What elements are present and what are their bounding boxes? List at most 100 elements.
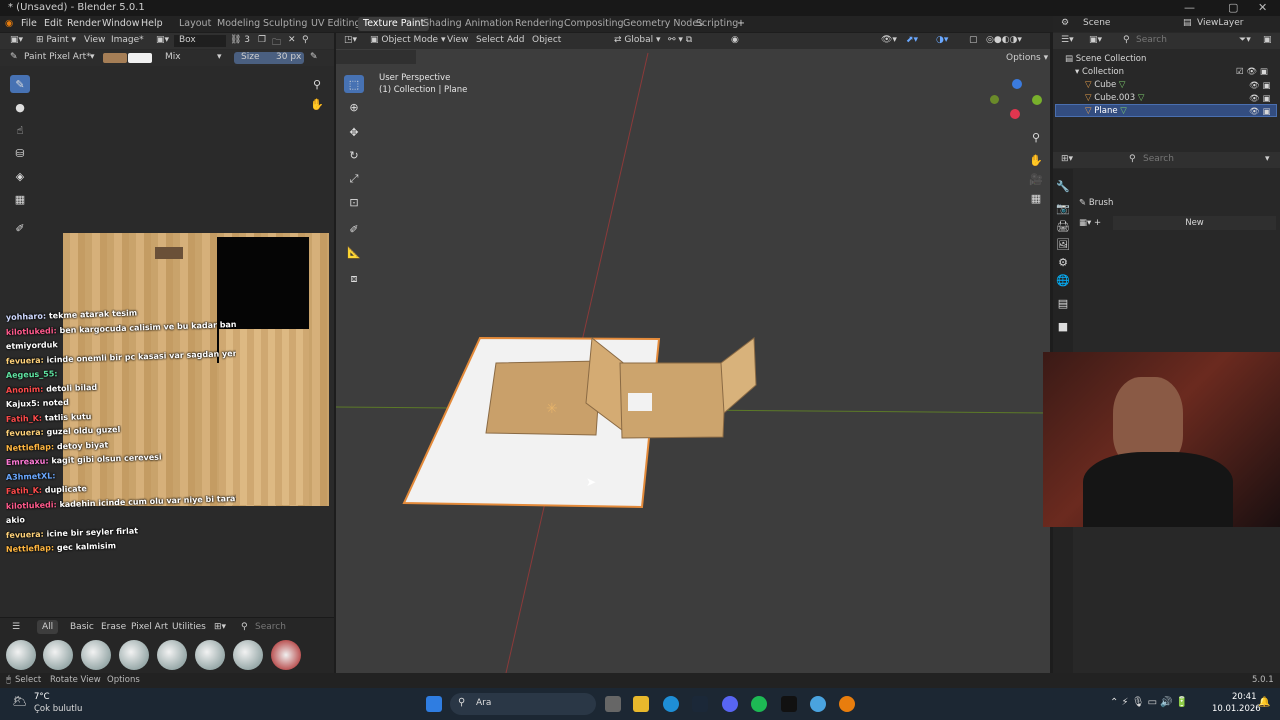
new-collection-icon[interactable]: ▣ bbox=[1263, 35, 1272, 45]
shelf-tab-erase[interactable]: Erase bbox=[101, 622, 126, 632]
new-brush-button[interactable]: New bbox=[1113, 216, 1276, 230]
menu-edit[interactable]: Edit bbox=[44, 18, 62, 29]
outliner-item-plane[interactable]: ▽ Plane ▽ bbox=[1085, 106, 1127, 116]
shelf-tab-pixel-art[interactable]: Pixel Art bbox=[131, 622, 168, 632]
blender-logo-icon[interactable]: ◉ bbox=[5, 18, 13, 29]
pan-hand-icon[interactable]: ✋ bbox=[307, 95, 327, 113]
menu-help[interactable]: Help bbox=[141, 18, 163, 29]
world-tab-icon[interactable]: 🌐 bbox=[1053, 271, 1073, 289]
draw-tool-icon[interactable]: ✎ bbox=[10, 75, 30, 93]
paint-mode-dropdown[interactable]: ⊞ Paint ▾ bbox=[36, 35, 76, 45]
annotate-tool-icon[interactable]: ✐ bbox=[10, 219, 30, 237]
brush-dropdown-chevron-icon[interactable]: ▾ bbox=[90, 52, 95, 62]
brush-type-icon[interactable]: ▦▾ + bbox=[1079, 218, 1101, 228]
clock-date[interactable]: 10.01.2026 bbox=[1212, 704, 1261, 714]
tab-scripting[interactable]: Scripting bbox=[691, 17, 743, 31]
zoom-icon[interactable]: ⚲ bbox=[307, 75, 327, 93]
shelf-menu-icon[interactable]: ☰ bbox=[12, 622, 20, 632]
editor-type-icon[interactable]: ☰▾ bbox=[1061, 35, 1074, 45]
notification-icon[interactable]: 🔔 bbox=[1258, 697, 1270, 708]
fill-tool-icon[interactable]: ◈ bbox=[10, 167, 30, 185]
edge-icon[interactable] bbox=[663, 696, 679, 712]
properties-search-input[interactable]: Search bbox=[1143, 154, 1174, 164]
pin-icon[interactable]: ⚲ bbox=[302, 35, 309, 45]
unlink-image-icon[interactable]: ✕ bbox=[288, 35, 296, 45]
secondary-color-swatch[interactable] bbox=[128, 53, 152, 63]
scene-name[interactable]: Scene bbox=[1083, 18, 1110, 28]
editor-type-icon[interactable]: ⊞▾ bbox=[1061, 154, 1073, 164]
discord-icon[interactable] bbox=[722, 696, 738, 712]
duplicate-image-icon[interactable]: ❐ bbox=[258, 35, 266, 45]
outliner-search-input[interactable]: Search bbox=[1136, 35, 1167, 45]
tab-sculpting[interactable]: Sculpting bbox=[258, 17, 312, 31]
shelf-display-icon[interactable]: ⊞▾ bbox=[214, 622, 226, 632]
system-tray-icons[interactable]: ⌃ ⚡ 🎙 ▭ 🔊 🔋 bbox=[1110, 697, 1188, 708]
shelf-tab-all[interactable]: All bbox=[37, 620, 59, 634]
add-workspace-icon[interactable]: + bbox=[737, 18, 745, 29]
brush-thumbnail[interactable] bbox=[157, 640, 187, 670]
primary-color-swatch[interactable] bbox=[103, 53, 127, 63]
steam-icon[interactable] bbox=[692, 696, 708, 712]
3d-viewport[interactable]: ◳▾ ▣ Object Mode ▾ View Select Add Objec… bbox=[336, 33, 1050, 673]
view-layer-name[interactable]: ViewLayer bbox=[1197, 18, 1243, 28]
blend-mode-dropdown[interactable]: Mix bbox=[165, 52, 181, 62]
shelf-tab-utilities[interactable]: Utilities bbox=[172, 622, 206, 632]
collection-row[interactable]: ▾ Collection bbox=[1075, 67, 1124, 77]
object-tab-icon[interactable]: ■ bbox=[1053, 317, 1073, 335]
brush-thumbnail[interactable] bbox=[6, 640, 36, 670]
task-view-icon[interactable] bbox=[605, 696, 621, 712]
brush-thumbnail[interactable] bbox=[119, 640, 149, 670]
soften-tool-icon[interactable]: ● bbox=[10, 98, 30, 116]
blend-chevron-icon[interactable]: ▾ bbox=[217, 52, 222, 62]
editor-type-icon[interactable]: ▣▾ bbox=[10, 35, 23, 45]
maximize-icon[interactable]: ▢ bbox=[1228, 1, 1238, 14]
brush-thumbnail[interactable] bbox=[195, 640, 225, 670]
image-name-field[interactable]: Box bbox=[174, 35, 226, 47]
open-image-icon[interactable]: 🗀 bbox=[272, 35, 281, 51]
pressure-icon[interactable]: ✎ bbox=[310, 52, 318, 62]
taskbar-search[interactable]: ⚲ Ara bbox=[450, 693, 596, 715]
menu-render[interactable]: Render bbox=[67, 18, 101, 29]
file-explorer-icon[interactable] bbox=[633, 696, 649, 712]
app-icon[interactable] bbox=[810, 696, 826, 712]
smear-tool-icon[interactable]: ☝ bbox=[10, 121, 30, 139]
menu-window[interactable]: Window bbox=[102, 18, 139, 29]
tab-uv-editing[interactable]: UV Editing bbox=[306, 17, 366, 31]
object-visibility-toggles[interactable]: 👁 ▣ 👁 ▣ 👁 ▣ bbox=[1249, 80, 1271, 119]
weather-desc[interactable]: Çok bulutlu bbox=[34, 704, 82, 714]
filter-icon[interactable]: ⏷▾ bbox=[1239, 35, 1251, 45]
menu-image[interactable]: Image* bbox=[111, 35, 144, 45]
mask-tool-icon[interactable]: ▦ bbox=[10, 190, 30, 208]
unreal-icon[interactable] bbox=[781, 696, 797, 712]
display-mode-icon[interactable]: ▣▾ bbox=[1089, 35, 1102, 45]
tool-tab-icon[interactable]: 🔧 bbox=[1053, 177, 1073, 195]
image-users-count[interactable]: ⛓ 3 bbox=[230, 35, 250, 45]
brush-thumbnail[interactable] bbox=[233, 640, 263, 670]
menu-file[interactable]: File bbox=[21, 18, 37, 29]
weather-temp[interactable]: 7°C bbox=[34, 692, 50, 702]
spotify-icon[interactable] bbox=[751, 696, 767, 712]
menu-view[interactable]: View bbox=[84, 35, 105, 45]
collection-tab-icon[interactable]: ▤ bbox=[1053, 294, 1073, 312]
shelf-search-input[interactable]: Search bbox=[255, 622, 286, 632]
scene-canvas[interactable]: ✳ ➤ bbox=[336, 33, 1050, 673]
view-layer-tab-icon[interactable]: 🖼 bbox=[1053, 235, 1073, 253]
outliner-item-cube[interactable]: ▽ Cube ▽ bbox=[1085, 80, 1125, 90]
blender-taskbar-icon[interactable] bbox=[839, 696, 855, 712]
clone-tool-icon[interactable]: ⛁ bbox=[10, 144, 30, 162]
start-icon[interactable] bbox=[426, 696, 442, 712]
scene-tab-icon[interactable]: ⚙ bbox=[1053, 253, 1073, 271]
brush-thumbnail[interactable] bbox=[43, 640, 73, 670]
brush-thumbnail[interactable] bbox=[81, 640, 111, 670]
eraser-brush-thumbnail[interactable] bbox=[271, 640, 301, 670]
scene-collection-row[interactable]: ▤ Scene Collection bbox=[1065, 54, 1146, 64]
brush-dropdown[interactable]: Paint Pixel Art* bbox=[24, 52, 91, 62]
weather-icon[interactable]: 🌥 bbox=[12, 694, 27, 708]
render-tab-icon[interactable]: 📷 bbox=[1053, 199, 1073, 217]
outliner-item-cube-003[interactable]: ▽ Cube.003 ▽ bbox=[1085, 93, 1144, 103]
image-editor[interactable]: ▣▾ ⊞ Paint ▾ View Image* ▣▾ Box ⛓ 3 ❐ 🗀 … bbox=[0, 33, 334, 673]
minimize-icon[interactable]: — bbox=[1184, 1, 1195, 14]
chevron-down-icon[interactable]: ▾ bbox=[1265, 154, 1270, 164]
image-browse-icon[interactable]: ▣▾ bbox=[156, 35, 169, 45]
clock-time[interactable]: 20:41 bbox=[1232, 692, 1257, 702]
